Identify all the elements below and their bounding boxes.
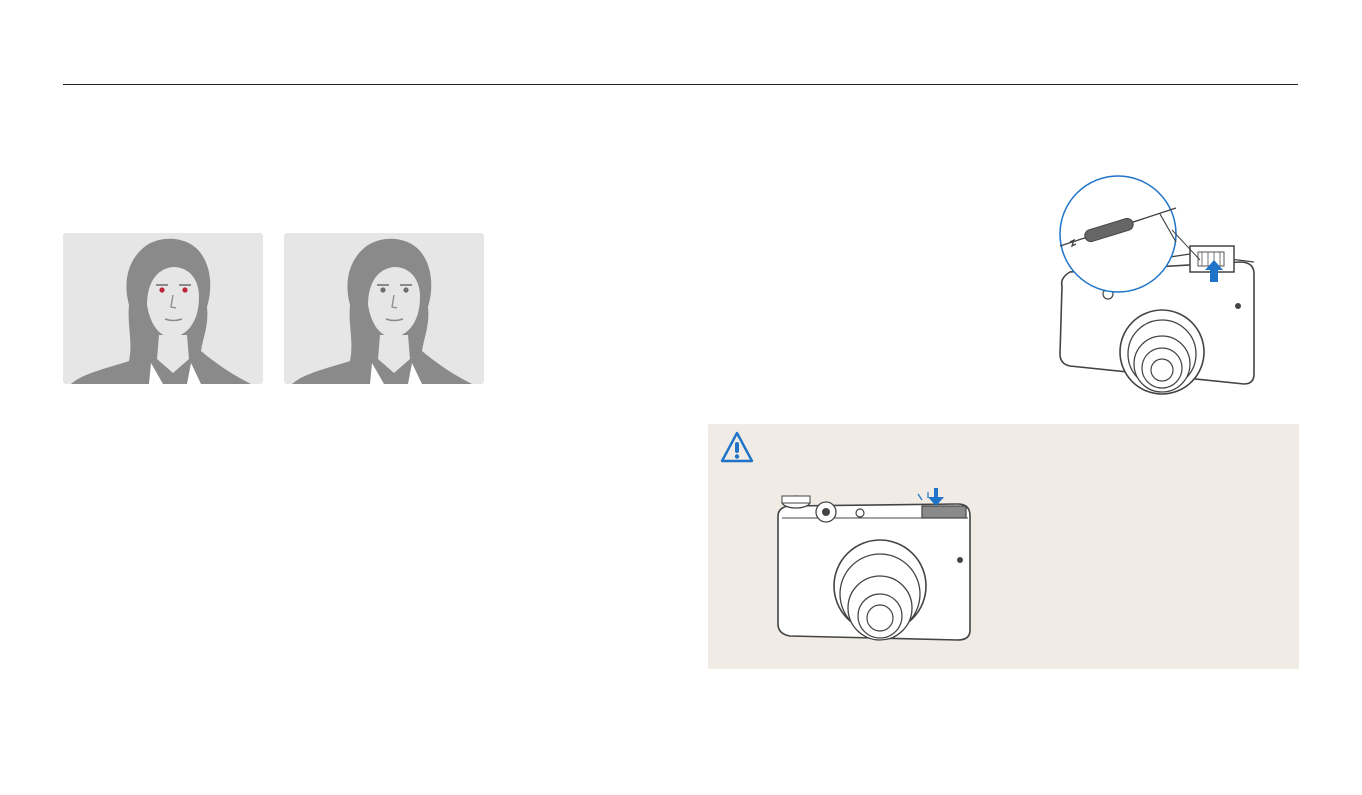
header-rule: [63, 84, 1298, 85]
corrected-face-illustration: [284, 233, 484, 384]
warning-callout: [708, 424, 1299, 669]
warning-icon: [720, 431, 754, 465]
flash-push-down-illustration: [772, 488, 984, 660]
flash-popup-illustration: [1040, 174, 1302, 410]
red-eye-face-illustration: [63, 233, 263, 384]
